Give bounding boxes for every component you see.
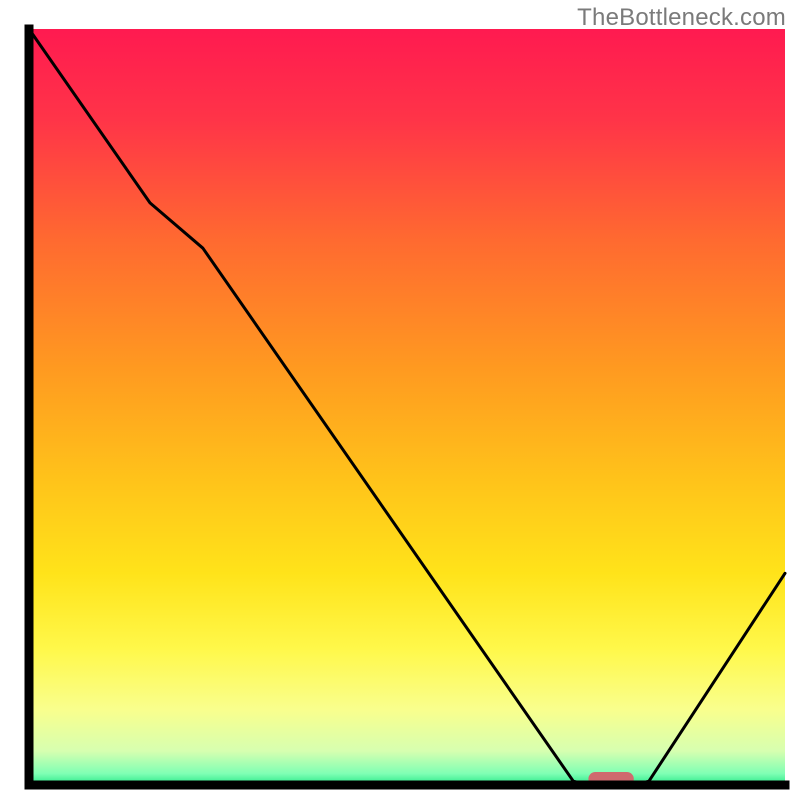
plot-background	[29, 29, 785, 785]
chart-canvas	[0, 0, 800, 800]
watermark-text: TheBottleneck.com	[577, 4, 786, 32]
bottleneck-chart: TheBottleneck.com	[0, 0, 800, 800]
